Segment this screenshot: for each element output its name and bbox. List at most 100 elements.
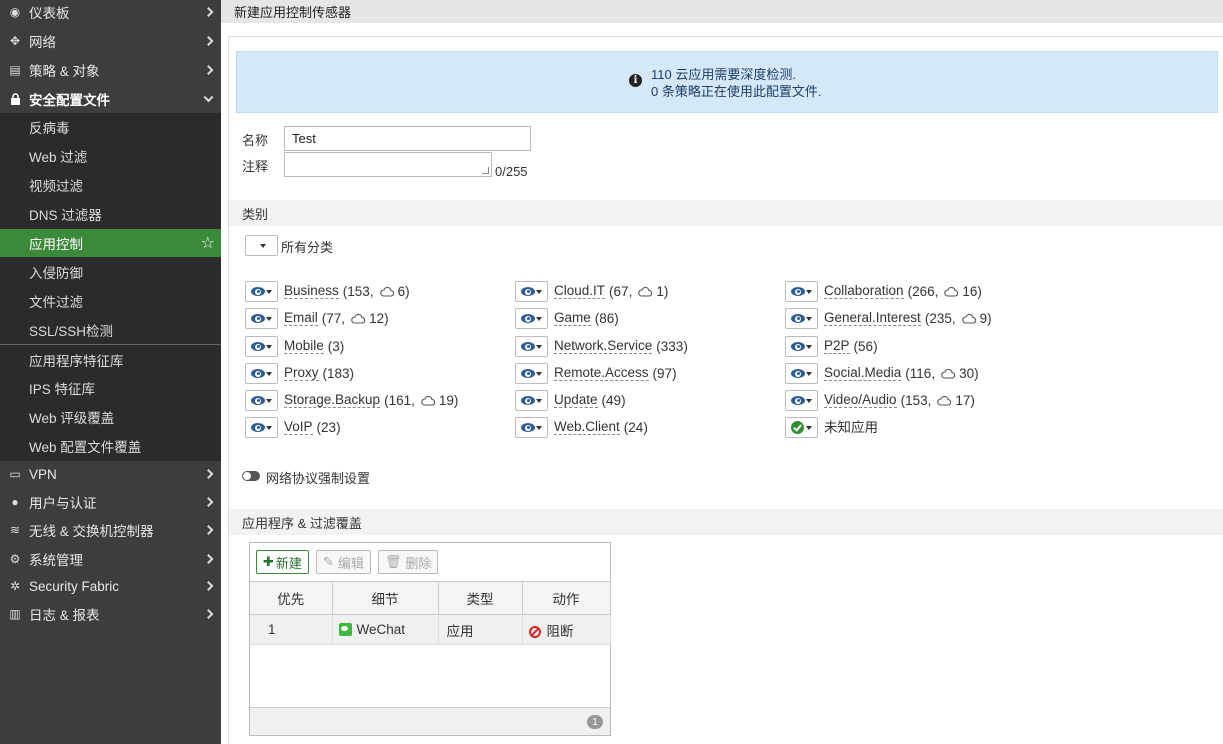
app-count: 56 [858, 339, 874, 354]
section-title: 类别 [242, 206, 269, 222]
name-input[interactable]: Test [284, 126, 531, 151]
category-action-dropdown[interactable] [515, 363, 548, 384]
category-action-dropdown[interactable] [245, 308, 278, 329]
category-name[interactable]: VoIP [284, 420, 313, 435]
category-name[interactable]: Proxy [284, 366, 319, 381]
category-action-dropdown[interactable] [515, 336, 548, 357]
nav-system[interactable]: ⚙ 系统管理 [0, 545, 221, 573]
column-header-detail[interactable]: 细节 [332, 581, 439, 615]
star-icon[interactable]: ☆ [201, 233, 215, 253]
category-action-dropdown[interactable] [785, 308, 818, 329]
category-name[interactable]: Collaboration [824, 284, 904, 299]
nav-security-profiles[interactable]: 安全配置文件 [0, 84, 221, 113]
monitor-eye-icon [791, 342, 805, 351]
category-name[interactable]: Business [284, 284, 339, 299]
category-name[interactable]: General.Interest [824, 311, 921, 326]
category-action-dropdown[interactable] [245, 363, 278, 384]
edit-button[interactable]: ✎ 编辑 [315, 550, 371, 574]
category-action-dropdown[interactable] [785, 390, 818, 411]
nav-wifi-switch[interactable]: ≋ 无线 & 交换机控制器 [0, 516, 221, 545]
table-row[interactable]: 1 WeChat 应用 阻断 [250, 614, 611, 645]
category-action-dropdown[interactable] [785, 417, 818, 438]
category-name[interactable]: Web.Client [554, 420, 620, 435]
lock-icon [7, 92, 23, 105]
app-count: 86 [599, 311, 615, 326]
category-action-dropdown[interactable] [245, 336, 278, 357]
sub-label: 文件过滤 [29, 294, 83, 310]
category-name: 未知应用 [824, 419, 878, 435]
chevron-right-icon [203, 469, 214, 480]
category-action-dropdown[interactable] [785, 281, 818, 302]
nav-network[interactable]: ✥ 网络 [0, 26, 221, 55]
info-icon: i [629, 74, 642, 87]
category-name[interactable]: Network.Service [554, 339, 653, 354]
category-name[interactable]: Cloud.IT [554, 284, 606, 299]
category-name[interactable]: Update [554, 393, 598, 408]
category-action-dropdown[interactable] [245, 281, 278, 302]
cloud-icon [937, 395, 952, 406]
category-action-dropdown[interactable] [245, 417, 278, 438]
category-name[interactable]: Email [284, 311, 318, 326]
app-count: 23 [321, 420, 337, 435]
category-count: (49) [602, 393, 626, 408]
category-item: Business(153 , 6) [245, 281, 410, 302]
nav-policy[interactable]: ▤ 策略 & 对象 [0, 55, 221, 84]
cloud-app-count: 12 [369, 311, 385, 326]
nav-user-auth[interactable]: ● 用户与认证 [0, 488, 221, 516]
gear-icon: ⚙ [9, 551, 21, 566]
category-action-dropdown[interactable] [785, 336, 818, 357]
sub-label: SSL/SSH检测 [29, 323, 114, 339]
sidebar-item-dns-filter[interactable]: DNS 过滤器 [0, 200, 221, 229]
sub-label: Web 配置文件覆盖 [29, 440, 142, 456]
sidebar-item-ips-signatures[interactable]: IPS 特征库 [0, 374, 221, 403]
delete-button-label: 删除 [405, 555, 432, 571]
all-categories-dropdown[interactable] [245, 235, 278, 256]
cloud-icon [421, 395, 436, 406]
protocol-enforcement-toggle[interactable] [242, 471, 260, 481]
override-table-panel: ✚ 新建 ✎ 编辑 🗑 删除 优先 细节 类型 动作 1 WeChat 应用 阻… [249, 542, 611, 736]
category-name[interactable]: Game [554, 311, 591, 326]
nav-security-fabric[interactable]: ✲ Security Fabric [0, 573, 221, 600]
nav-vpn[interactable]: ▭ VPN [0, 461, 221, 488]
cloud-icon [941, 368, 956, 379]
column-header-priority[interactable]: 优先 [250, 581, 333, 615]
sidebar-item-ips[interactable]: 入侵防御 [0, 257, 221, 286]
separator: , [934, 284, 939, 299]
category-action-dropdown[interactable] [515, 281, 548, 302]
delete-button[interactable]: 🗑 删除 [377, 550, 439, 574]
new-button[interactable]: ✚ 新建 [256, 550, 309, 574]
sidebar-item-web-rating-overrides[interactable]: Web 评级覆盖 [0, 403, 221, 432]
category-name[interactable]: Mobile [284, 339, 324, 354]
sidebar-item-app-signatures[interactable]: 应用程序特征库 [0, 345, 221, 374]
category-action-dropdown[interactable] [515, 417, 548, 438]
sidebar-item-web-filter[interactable]: Web 过滤 [0, 142, 221, 171]
paren-close: ) [974, 366, 979, 381]
sidebar-item-video-filter[interactable]: 视频过滤 [0, 171, 221, 200]
column-header-type[interactable]: 类型 [438, 581, 523, 615]
category-name[interactable]: Remote.Access [554, 366, 649, 381]
nav-log-report[interactable]: ▥ 日志 & 报表 [0, 600, 221, 628]
app-count: 161 [388, 393, 412, 408]
category-name[interactable]: P2P [824, 339, 850, 354]
category-action-dropdown[interactable] [515, 390, 548, 411]
cell-priority: 1 [250, 614, 333, 645]
category-action-dropdown[interactable] [785, 363, 818, 384]
category-name[interactable]: Storage.Backup [284, 393, 381, 408]
category-action-dropdown[interactable] [245, 390, 278, 411]
nav-dashboard[interactable]: ◉ 仪表板 [0, 0, 221, 26]
category-name[interactable]: Video/Audio [824, 393, 897, 408]
comment-field[interactable] [284, 152, 492, 177]
separator: , [411, 393, 415, 408]
sidebar-item-app-control[interactable]: 应用控制 ☆ [0, 228, 221, 258]
sidebar-item-web-profile-overrides[interactable]: Web 配置文件覆盖 [0, 432, 221, 461]
column-header-action[interactable]: 动作 [522, 581, 611, 615]
sidebar-item-file-filter[interactable]: 文件过滤 [0, 286, 221, 315]
category-item: Email (77 , 12) [245, 308, 389, 329]
category-count: (77 , 12) [322, 311, 389, 326]
fabric-icon: ✲ [9, 579, 21, 594]
category-action-dropdown[interactable] [515, 308, 548, 329]
chevron-right-icon [203, 64, 214, 75]
sidebar-item-antivirus[interactable]: 反病毒 [0, 113, 221, 142]
sidebar-item-ssl-ssh[interactable]: SSL/SSH检测 [0, 315, 221, 344]
category-name[interactable]: Social.Media [824, 366, 902, 381]
